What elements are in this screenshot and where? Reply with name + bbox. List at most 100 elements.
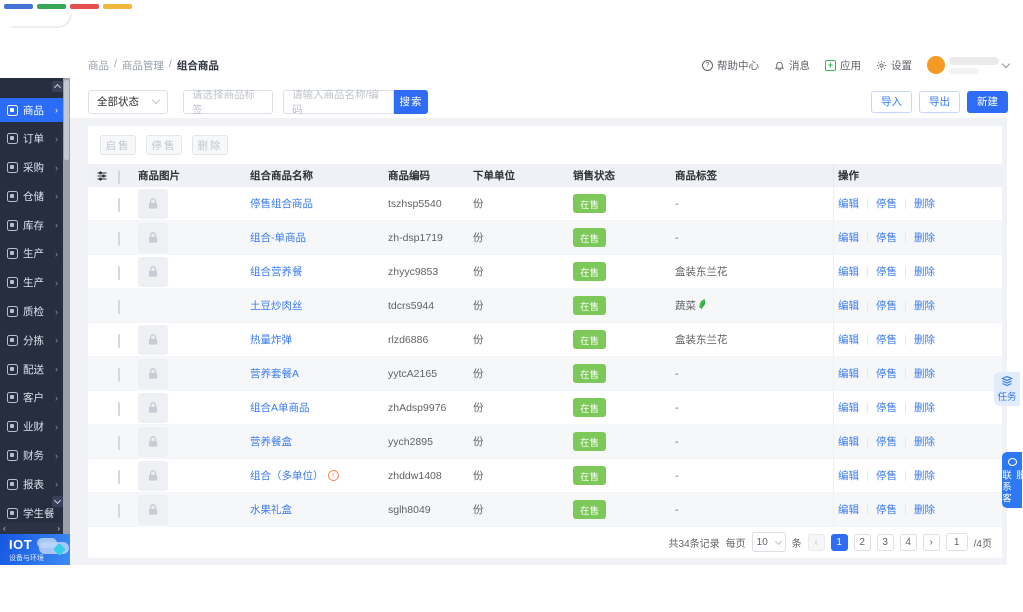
select-all-checkbox[interactable] — [118, 169, 120, 184]
breadcrumb-item[interactable]: 商品管理 — [122, 58, 164, 73]
sidebar-item-warehousing[interactable]: 仓储 › — [0, 184, 63, 208]
hscroll-left-icon[interactable]: ‹ — [3, 524, 6, 533]
sidebar-scrollbar-thumb[interactable] — [64, 80, 69, 160]
delete-link[interactable]: 删除 — [914, 196, 935, 211]
edit-link[interactable]: 编辑 — [838, 264, 859, 279]
product-name-link[interactable]: 土豆炒肉丝 — [250, 300, 303, 312]
stop-sale-link[interactable]: 停售 — [876, 298, 897, 313]
stop-sale-link[interactable]: 停售 — [876, 468, 897, 483]
stop-sale-link[interactable]: 停售 — [876, 196, 897, 211]
row-checkbox[interactable] — [118, 333, 120, 348]
product-name-link[interactable]: 组合营养餐 — [250, 266, 303, 278]
iot-banner[interactable]: IOT 设备与环境 — [0, 534, 73, 565]
stop-sale-link[interactable]: 停售 — [876, 230, 897, 245]
delete-link[interactable]: 删除 — [914, 468, 935, 483]
name-search-input[interactable]: 请输入商品名称/编码 — [283, 89, 394, 116]
sidebar-item-orders[interactable]: 订单 › — [0, 127, 63, 151]
edit-link[interactable]: 编辑 — [838, 196, 859, 211]
edit-link[interactable]: 编辑 — [838, 230, 859, 245]
row-checkbox[interactable] — [118, 231, 120, 246]
sidebar-item-delivery[interactable]: 配送 › — [0, 357, 63, 381]
search-button[interactable]: 搜索 — [394, 89, 428, 114]
row-checkbox[interactable] — [118, 299, 120, 314]
sidebar-item-student-meals[interactable]: 学生餐 — [0, 501, 63, 525]
product-name-link[interactable]: 水果礼盒 — [250, 504, 292, 516]
sidebar-scroll-up[interactable] — [52, 81, 63, 92]
stop-sale-link[interactable]: 停售 — [876, 264, 897, 279]
status-select[interactable]: 全部状态 — [88, 89, 168, 114]
delete-link[interactable]: 删除 — [914, 400, 935, 415]
row-checkbox[interactable] — [118, 503, 120, 518]
sidebar-hscrollbar[interactable]: ‹ › — [0, 523, 63, 534]
delete-link[interactable]: 删除 — [914, 502, 935, 517]
prev-page-button[interactable]: ‹ — [807, 533, 825, 551]
edit-link[interactable]: 编辑 — [838, 468, 859, 483]
batch-enable-button[interactable]: 启售 — [100, 135, 136, 155]
edit-link[interactable]: 编辑 — [838, 366, 859, 381]
messages-button[interactable]: 消息 — [774, 58, 810, 73]
delete-link[interactable]: 删除 — [914, 366, 935, 381]
sidebar-item-sorting[interactable]: 分拣 › — [0, 328, 63, 352]
sidebar-item-goods[interactable]: 商品 › — [0, 98, 63, 122]
sidebar-item-finance[interactable]: 财务 › — [0, 444, 63, 468]
row-checkbox[interactable] — [118, 265, 120, 280]
sidebar-item-business-finance[interactable]: 业财 › — [0, 415, 63, 439]
stop-sale-link[interactable]: 停售 — [876, 400, 897, 415]
delete-link[interactable]: 删除 — [914, 264, 935, 279]
stop-sale-link[interactable]: 停售 — [876, 332, 897, 347]
create-button[interactable]: 新建 — [967, 90, 1008, 113]
row-checkbox[interactable] — [118, 197, 120, 212]
sidebar-item-quality[interactable]: 质检 › — [0, 300, 63, 324]
settings-button[interactable]: 设置 — [876, 58, 912, 73]
page-button-2[interactable]: 2 — [853, 533, 871, 551]
edit-link[interactable]: 编辑 — [838, 434, 859, 449]
product-name-link[interactable]: 组合（多单位） — [250, 470, 324, 482]
column-settings-button[interactable] — [88, 170, 118, 182]
delete-link[interactable]: 删除 — [914, 434, 935, 449]
next-page-button[interactable]: › — [922, 533, 940, 551]
sidebar-scrollbar[interactable] — [63, 78, 70, 534]
edit-link[interactable]: 编辑 — [838, 298, 859, 313]
row-checkbox[interactable] — [118, 401, 120, 416]
import-button[interactable]: 导入 — [871, 90, 912, 113]
sidebar-item-production[interactable]: 生产 › — [0, 242, 63, 266]
row-checkbox[interactable] — [118, 469, 120, 484]
page-button-1[interactable]: 1 — [830, 533, 848, 551]
sidebar-item-customers[interactable]: 客户 › — [0, 386, 63, 410]
product-name-link[interactable]: 热量炸弹 — [250, 334, 292, 346]
stop-sale-link[interactable]: 停售 — [876, 366, 897, 381]
product-name-link[interactable]: 组合-单商品 — [250, 232, 306, 244]
page-button-3[interactable]: 3 — [876, 533, 894, 551]
row-checkbox[interactable] — [118, 435, 120, 450]
product-name-link[interactable]: 营养套餐A — [250, 368, 299, 380]
delete-link[interactable]: 删除 — [914, 332, 935, 347]
sidebar-item-reports[interactable]: 报表 › — [0, 472, 63, 496]
help-center-button[interactable]: ? 帮助中心 — [702, 58, 759, 73]
stop-sale-link[interactable]: 停售 — [876, 434, 897, 449]
product-name-link[interactable]: 停售组合商品 — [250, 198, 313, 210]
support-float-button[interactable]: 联系客服 — [1000, 452, 1023, 508]
user-menu[interactable] — [927, 56, 1011, 74]
breadcrumb-item[interactable]: 商品 — [88, 58, 109, 73]
page-button-4[interactable]: 4 — [899, 533, 917, 551]
product-name-link[interactable]: 组合A单商品 — [250, 402, 310, 414]
edit-link[interactable]: 编辑 — [838, 400, 859, 415]
sidebar-item-purchasing[interactable]: 采购 › — [0, 156, 63, 180]
tag-filter-input[interactable]: 请选择商品标签 — [183, 89, 273, 116]
sidebar-item-production-2[interactable]: 生产 › — [0, 271, 63, 295]
delete-link[interactable]: 删除 — [914, 230, 935, 245]
edit-link[interactable]: 编辑 — [838, 502, 859, 517]
edit-link[interactable]: 编辑 — [838, 332, 859, 347]
stop-sale-link[interactable]: 停售 — [876, 502, 897, 517]
batch-disable-button[interactable]: 停售 — [146, 135, 182, 155]
sidebar-item-inventory[interactable]: 库存 › — [0, 213, 63, 237]
page-jump-input[interactable]: 1 — [945, 533, 968, 551]
batch-delete-button[interactable]: 删除 — [192, 135, 228, 155]
tasks-float-button[interactable]: 任务 — [994, 372, 1020, 406]
export-button[interactable]: 导出 — [919, 90, 960, 113]
hscroll-right-icon[interactable]: › — [57, 524, 60, 533]
delete-link[interactable]: 删除 — [914, 298, 935, 313]
apps-button[interactable]: + 应用 — [825, 58, 861, 73]
product-name-link[interactable]: 营养餐盒 — [250, 436, 292, 448]
row-checkbox[interactable] — [118, 367, 120, 382]
